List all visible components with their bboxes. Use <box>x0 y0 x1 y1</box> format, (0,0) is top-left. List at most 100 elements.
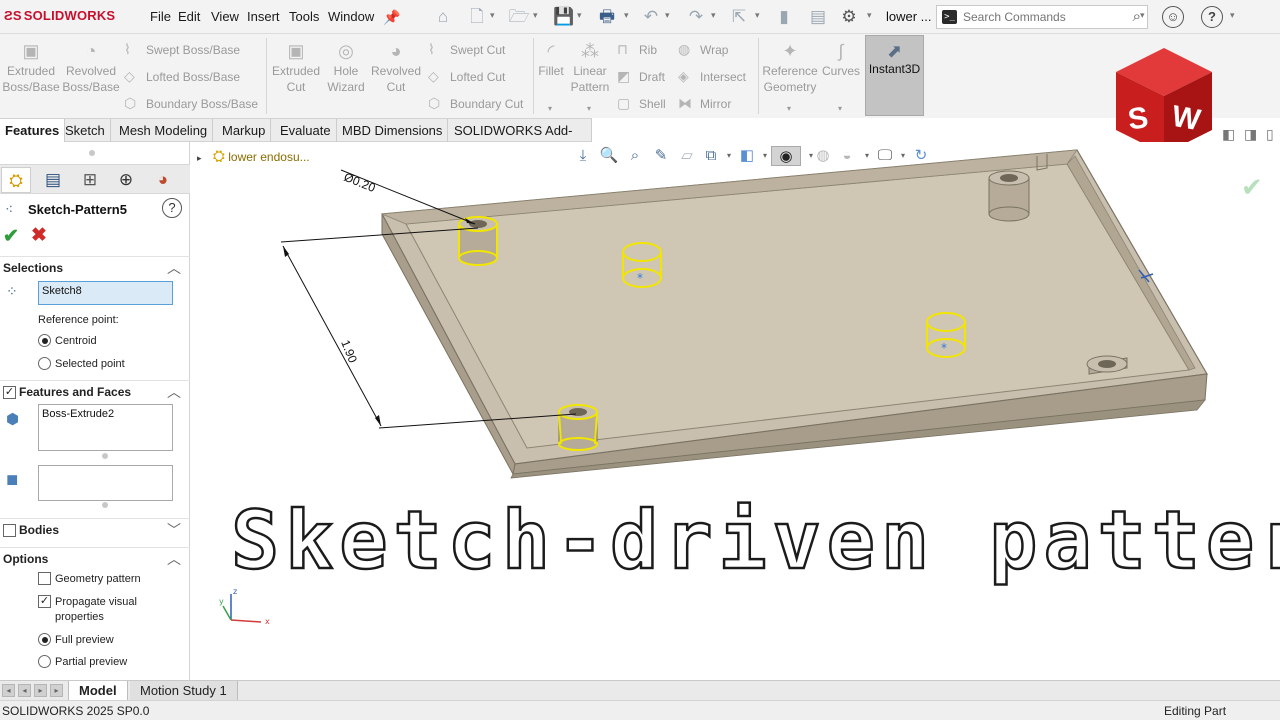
rib-button[interactable]: ⊓ Rib <box>617 41 657 58</box>
expand-chevron-icon[interactable]: ﹀ <box>167 520 181 540</box>
home-icon[interactable]: ⌂ <box>432 6 454 28</box>
help-button-icon[interactable]: ? <box>162 198 182 218</box>
draft-button[interactable]: ◩ Draft <box>617 68 665 85</box>
boundary-boss-button[interactable]: ⬡ Boundary Boss/Base <box>124 95 258 112</box>
search-dropdown-icon[interactable]: ▾ <box>1140 10 1145 21</box>
tab-model[interactable]: Model <box>68 681 128 701</box>
extruded-cut-button[interactable]: ▣ Extruded Cut <box>270 40 322 95</box>
open-dropdown-icon[interactable]: ▾ <box>533 10 538 21</box>
cancel-x-icon[interactable]: ✖ <box>31 224 47 247</box>
collapse-chevron-icon[interactable]: ︿ <box>167 258 181 278</box>
select-dropdown-icon[interactable]: ▾ <box>755 10 760 21</box>
undo-dropdown-icon[interactable]: ▾ <box>665 10 670 21</box>
pattern-dropdown-icon[interactable]: ▾ <box>587 104 591 113</box>
ref-geometry-dropdown-icon[interactable]: ▾ <box>787 104 791 113</box>
search-input[interactable] <box>963 8 1113 26</box>
tab-mesh-modeling[interactable]: Mesh Modeling <box>114 119 214 142</box>
swept-cut-button[interactable]: ⌇ Swept Cut <box>428 41 505 58</box>
extruded-boss-button[interactable]: ▣ Extruded Boss/Base <box>2 40 60 95</box>
features-faces-checkbox[interactable]: ✓ <box>3 386 16 399</box>
property-manager-tab-icon[interactable]: ▤ <box>38 167 68 193</box>
confirmation-corner-ok-icon[interactable]: ✔ <box>1241 172 1263 203</box>
full-preview-radio[interactable] <box>38 633 51 646</box>
revolved-cut-button[interactable]: ◕ Revolved Cut <box>370 40 422 95</box>
previous-tab-icon[interactable]: ◂ <box>18 684 31 697</box>
geometry-pattern-checkbox[interactable] <box>38 572 51 585</box>
diameter-dimension-text[interactable]: Ø0.20 <box>342 170 378 195</box>
solidworks-logo[interactable]: ƧS SOLIDWORKS <box>4 8 115 23</box>
new-document-icon[interactable]: 🗋 <box>466 6 488 28</box>
graphics-area[interactable]: ▸ ⛭ lower endosu... ⤓ 🔍 ⌕ ✎ ▱ ⧉ ▾ ◧ ▾ ◉ … <box>191 142 1280 680</box>
collapse-chevron-icon[interactable]: ︿ <box>167 549 181 569</box>
help-dropdown-icon[interactable]: ▾ <box>1230 10 1235 21</box>
ok-check-icon[interactable]: ✔ <box>3 225 19 248</box>
open-folder-icon[interactable]: 🗁 <box>508 6 530 28</box>
help-icon[interactable]: ? <box>1201 6 1223 28</box>
tab-solidworks-add-ins[interactable]: SOLIDWORKS Add-Ins <box>449 119 592 161</box>
dimxpert-tab-icon[interactable]: ⊕ <box>111 167 141 193</box>
tab-mbd-dimensions[interactable]: MBD Dimensions <box>337 119 449 142</box>
print-dropdown-icon[interactable]: ▾ <box>624 10 629 21</box>
save-dropdown-icon[interactable]: ▾ <box>577 10 582 21</box>
tab-motion-study-1[interactable]: Motion Study 1 <box>130 681 238 701</box>
wrap-button[interactable]: ◍ Wrap <box>678 41 728 58</box>
restore-window-icon[interactable]: ◧ <box>1222 126 1235 143</box>
display-manager-tab-icon[interactable]: ◕ <box>148 167 178 193</box>
menu-view[interactable]: View <box>211 9 239 24</box>
redo-dropdown-icon[interactable]: ▾ <box>711 10 716 21</box>
tab-evaluate[interactable]: Evaluate <box>275 119 337 142</box>
shell-button[interactable]: ▢ Shell <box>617 95 666 112</box>
fillet-button[interactable]: ◜ Fillet <box>536 40 566 79</box>
list-resize-grip[interactable] <box>102 453 108 459</box>
hole-wizard-button[interactable]: ◎ Hole Wizard <box>322 40 370 95</box>
file-properties-icon[interactable]: ▤ <box>807 6 829 28</box>
centroid-radio[interactable] <box>38 334 51 347</box>
linear-pattern-button[interactable]: ⁂ Linear Pattern <box>568 40 612 95</box>
user-account-icon[interactable]: ☺ <box>1162 6 1184 28</box>
redo-icon[interactable]: ↷ <box>685 6 707 28</box>
lofted-boss-button[interactable]: ◇ Lofted Boss/Base <box>124 68 240 85</box>
length-dimension-text[interactable]: 1.90 <box>338 338 360 365</box>
select-arrow-icon[interactable]: ⇱ <box>728 6 750 28</box>
options-dropdown-icon[interactable]: ▾ <box>867 10 872 21</box>
menu-edit[interactable]: Edit <box>178 9 200 24</box>
first-tab-icon[interactable]: ◂ <box>2 684 15 697</box>
selections-section-header[interactable]: Selections ︿ <box>0 256 190 278</box>
reference-geometry-button[interactable]: ✦ Reference Geometry <box>762 40 818 95</box>
fillet-dropdown-icon[interactable]: ▾ <box>548 104 552 113</box>
menu-file[interactable]: File <box>150 9 171 24</box>
new-dropdown-icon[interactable]: ▾ <box>490 10 495 21</box>
options-section-header[interactable]: Options ︿ <box>0 547 190 569</box>
search-commands-box[interactable]: >_ ⌕ <box>936 5 1148 29</box>
save-icon[interactable]: 💾 <box>553 6 575 28</box>
menu-insert[interactable]: Insert <box>247 9 280 24</box>
pin-menu-icon[interactable]: 📌 <box>381 6 403 28</box>
intersect-button[interactable]: ◈ Intersect <box>678 68 746 85</box>
revolved-boss-button[interactable]: ◔ Revolved Boss/Base <box>62 40 120 95</box>
configuration-manager-tab-icon[interactable]: ⊞ <box>75 167 105 193</box>
selected-point-radio[interactable] <box>38 357 51 370</box>
next-tab-icon[interactable]: ▸ <box>34 684 47 697</box>
swept-boss-button[interactable]: ⌇ Swept Boss/Base <box>124 41 240 58</box>
tile-window-icon[interactable]: ◨ <box>1244 126 1257 143</box>
tab-features[interactable]: Features <box>0 119 66 142</box>
bodies-section-header[interactable]: Bodies ﹀ <box>0 518 190 540</box>
partial-preview-radio[interactable] <box>38 655 51 668</box>
curves-button[interactable]: ∫ Curves <box>820 40 862 79</box>
undo-icon[interactable]: ↶ <box>640 6 662 28</box>
last-tab-icon[interactable]: ▸ <box>50 684 63 697</box>
lofted-cut-button[interactable]: ◇ Lofted Cut <box>428 68 505 85</box>
boundary-cut-button[interactable]: ⬡ Boundary Cut <box>428 95 523 112</box>
instant3d-button[interactable]: ⬈ Instant3D <box>865 35 924 116</box>
bodies-checkbox[interactable] <box>3 524 16 537</box>
print-icon[interactable]: 🖶 <box>596 6 618 28</box>
menu-tools[interactable]: Tools <box>289 9 319 24</box>
faces-to-pattern-list[interactable] <box>38 465 173 501</box>
mirror-button[interactable]: ⧓ Mirror <box>678 95 731 112</box>
tab-markup[interactable]: Markup <box>217 119 272 142</box>
tab-sketch[interactable]: Sketch <box>60 119 111 142</box>
curves-dropdown-icon[interactable]: ▾ <box>838 104 842 113</box>
options-gear-icon[interactable]: ⚙ <box>838 6 860 28</box>
split-window-icon[interactable]: ▯ <box>1266 126 1274 143</box>
propagate-visual-checkbox[interactable]: ✓ <box>38 595 51 608</box>
